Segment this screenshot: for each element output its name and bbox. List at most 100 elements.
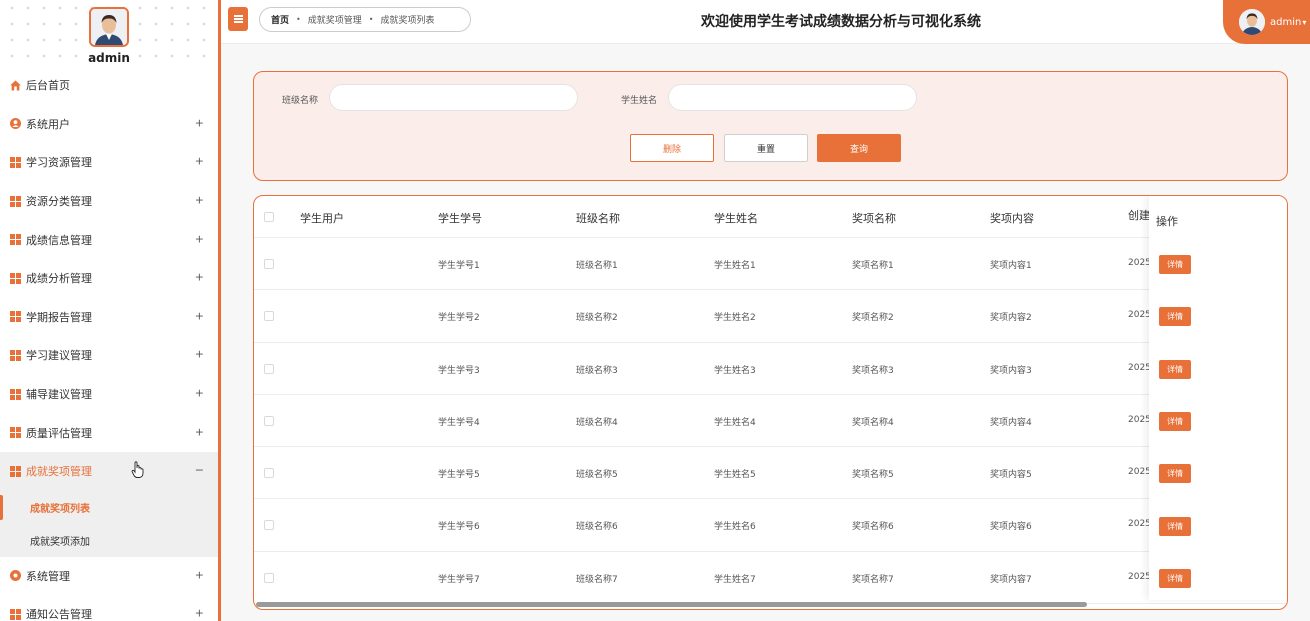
detail-button[interactable]: 详情	[1159, 411, 1191, 431]
cell-award-content: 奖项内容3	[990, 365, 1032, 376]
column-header-class-name: 班级名称	[576, 212, 620, 225]
cell-student-name: 学生姓名6	[714, 522, 756, 533]
select-all-checkbox[interactable]	[264, 212, 274, 222]
sidebar: admin 后台首页 系统用户 + 学习资源管理 + 资源分类管理 + 成绩信息…	[0, 0, 221, 621]
table-row: 学生学号2 班级名称2 学生姓名2 奖项名称2 奖项内容2 2025	[254, 290, 1287, 343]
row-checkbox[interactable]	[264, 259, 274, 269]
scrollbar-thumb[interactable]	[256, 602, 1087, 607]
detail-button[interactable]: 详情	[1159, 307, 1191, 327]
sidebar-menu: 后台首页 系统用户 + 学习资源管理 + 资源分类管理 + 成绩信息管理 + 成…	[0, 66, 218, 621]
detail-button[interactable]: 详情	[1159, 255, 1191, 274]
row-checkbox[interactable]	[264, 572, 274, 583]
menu-toggle-button[interactable]	[228, 7, 248, 31]
table-row: 学生学号7 班级名称7 学生姓名7 奖项名称7 奖项内容7 2025	[254, 552, 1287, 605]
user-menu-button[interactable]: admin ▾	[1223, 0, 1310, 44]
detail-button[interactable]: 详情	[1159, 464, 1191, 484]
detail-button[interactable]: 详情	[1159, 568, 1191, 588]
sidebar-subitem-award-list[interactable]: 成就奖项列表	[0, 490, 218, 524]
grid-icon	[10, 311, 21, 323]
sidebar-item-learning-advice[interactable]: 学习建议管理 +	[0, 336, 218, 375]
expand-icon: +	[194, 347, 204, 361]
row-checkbox[interactable]	[264, 468, 274, 479]
query-button[interactable]: 查询	[817, 134, 901, 162]
horizontal-scrollbar[interactable]	[256, 602, 1285, 607]
expand-icon: +	[194, 193, 204, 207]
cell-class-name: 班级名称1	[576, 261, 618, 271]
grid-icon	[10, 156, 21, 168]
sidebar-item-learning-resources[interactable]: 学习资源管理 +	[0, 143, 218, 182]
hamburger-icon	[233, 18, 243, 20]
cell-created: 2025	[1128, 362, 1151, 373]
grid-icon	[10, 427, 21, 439]
class-name-input[interactable]	[329, 84, 578, 111]
cell-student-id: 学生学号7	[438, 574, 480, 585]
sidebar-item-label: 成绩信息管理	[26, 233, 92, 247]
expand-icon: +	[194, 232, 204, 246]
expand-icon: +	[194, 606, 204, 620]
sidebar-item-system-management[interactable]: 系统管理 +	[0, 557, 218, 596]
sidebar-item-announcements[interactable]: 通知公告管理 +	[0, 595, 218, 621]
reset-button[interactable]: 重置	[724, 134, 808, 162]
delete-button[interactable]: 删除	[630, 134, 714, 162]
sidebar-item-label: 学习建议管理	[26, 349, 92, 363]
table-header: 学生用户 学生学号 班级名称 学生姓名 奖项名称 奖项内容 创建	[254, 196, 1287, 238]
cell-class-name: 班级名称5	[576, 470, 618, 481]
detail-button[interactable]: 详情	[1159, 516, 1191, 536]
sidebar-item-system-users[interactable]: 系统用户 +	[0, 105, 218, 144]
sidebar-item-achievement-awards[interactable]: 成就奖项管理 −	[0, 451, 218, 491]
column-header-award-content: 奖项内容	[990, 212, 1034, 225]
operation-column: 操作 详情 详情 详情 详情 详情 详情 详情	[1149, 196, 1287, 600]
row-checkbox[interactable]	[264, 311, 274, 322]
sidebar-item-score-analysis[interactable]: 成绩分析管理 +	[0, 259, 218, 298]
cell-created: 2025	[1128, 519, 1151, 530]
breadcrumb-achievement-awards[interactable]: 成就奖项管理	[308, 13, 362, 26]
column-header-award-name: 奖项名称	[852, 212, 896, 225]
student-name-input[interactable]	[668, 84, 917, 111]
hand-cursor-icon	[131, 461, 144, 478]
cell-award-content: 奖项内容5	[990, 470, 1032, 481]
cell-student-id: 学生学号6	[438, 522, 480, 533]
cell-student-name: 学生姓名1	[714, 261, 756, 271]
sidebar-item-label: 学习资源管理	[26, 156, 92, 170]
collapse-icon: −	[194, 463, 204, 477]
breadcrumb-separator-icon: •	[296, 15, 301, 24]
cell-award-name: 奖项名称1	[852, 261, 894, 271]
cell-student-id: 学生学号5	[438, 470, 480, 481]
cell-award-name: 奖项名称7	[852, 574, 894, 585]
detail-button[interactable]: 详情	[1159, 359, 1191, 379]
row-checkbox[interactable]	[264, 520, 274, 531]
sidebar-item-label: 成就奖项管理	[26, 465, 92, 479]
sidebar-item-home[interactable]: 后台首页	[0, 66, 218, 105]
student-name-label: 学生姓名	[621, 96, 658, 106]
row-checkbox[interactable]	[264, 363, 274, 374]
cell-created: 2025	[1128, 310, 1151, 321]
cell-created: 2025	[1128, 258, 1151, 268]
cell-class-name: 班级名称3	[576, 365, 618, 376]
sidebar-item-label: 系统管理	[26, 569, 70, 583]
sidebar-item-semester-reports[interactable]: 学期报告管理 +	[0, 298, 218, 337]
column-header-student-id: 学生学号	[438, 212, 482, 225]
cell-created: 2025	[1128, 467, 1151, 478]
home-icon	[10, 80, 21, 91]
table-row: 学生学号1 班级名称1 学生姓名1 奖项名称1 奖项内容1 2025	[254, 238, 1287, 291]
column-header-created: 创建	[1128, 209, 1150, 222]
table-body: 学生学号1 班级名称1 学生姓名1 奖项名称1 奖项内容1 2025 学生学号2 班级名称2 学…	[254, 238, 1287, 605]
breadcrumb-home[interactable]: 首页	[271, 13, 289, 26]
expand-icon: +	[194, 116, 204, 130]
expand-icon: +	[194, 425, 204, 439]
avatar[interactable]	[89, 7, 129, 47]
row-checkbox[interactable]	[264, 415, 274, 426]
cell-award-content: 奖项内容6	[990, 522, 1032, 533]
sidebar-item-tutoring-advice[interactable]: 辅导建议管理 +	[0, 375, 218, 414]
grid-icon	[10, 388, 21, 400]
grid-icon	[10, 349, 21, 361]
sidebar-subitem-award-add[interactable]: 成就奖项添加	[0, 523, 218, 557]
sidebar-item-label: 通知公告管理	[26, 608, 92, 621]
data-table: 学生用户 学生学号 班级名称 学生姓名 奖项名称 奖项内容 创建 学生学号1 班级…	[253, 195, 1288, 610]
cell-student-name: 学生姓名4	[714, 417, 756, 428]
grid-icon	[10, 195, 21, 207]
sidebar-item-resource-categories[interactable]: 资源分类管理 +	[0, 182, 218, 221]
sidebar-item-score-info[interactable]: 成绩信息管理 +	[0, 220, 218, 259]
sidebar-item-quality-assessment[interactable]: 质量评估管理 +	[0, 413, 218, 452]
cell-student-name: 学生姓名3	[714, 365, 756, 376]
